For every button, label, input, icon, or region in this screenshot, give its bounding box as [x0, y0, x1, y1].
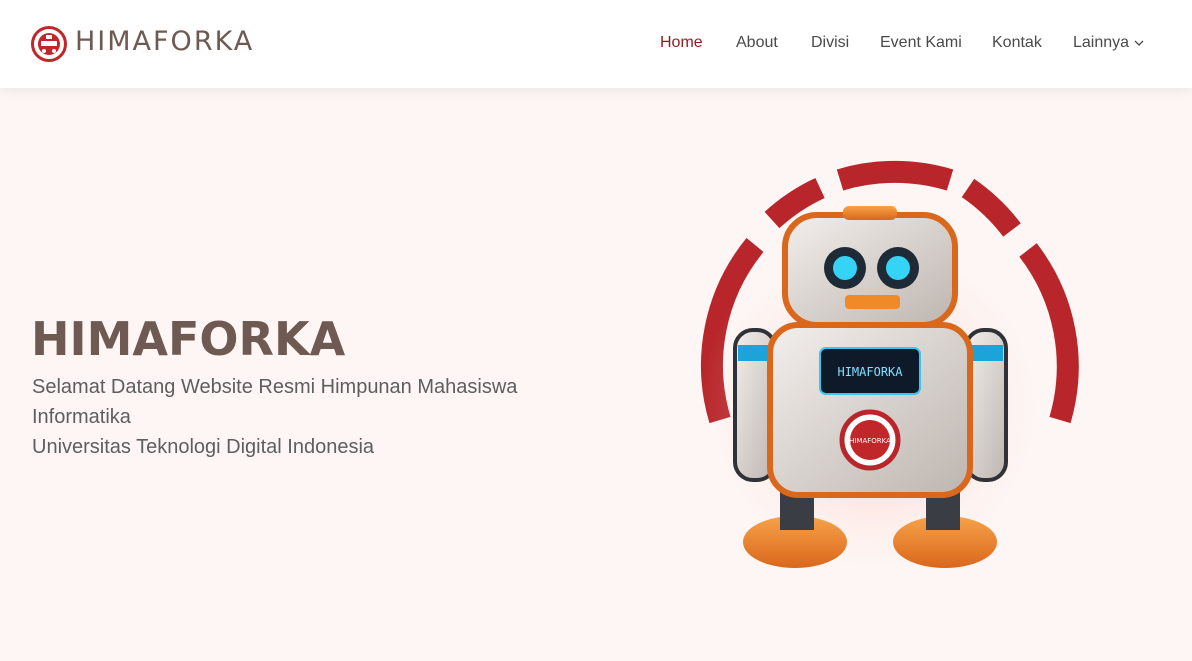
hero-title: HIMAFORKA — [31, 312, 346, 366]
robot-screen-text: HIMAFORKA — [837, 365, 903, 379]
robot-illustration: HIMAFORKA HIMAFORKA — [700, 160, 1079, 568]
nav-kontak[interactable]: Kontak — [992, 34, 1042, 52]
hero-subtitle-line: Universitas Teknologi Digital Indonesia — [32, 436, 375, 458]
site-header: HIMAFORKA Home About Divisi Event Kami K… — [0, 0, 1192, 88]
chevron-down-icon — [1134, 40, 1144, 46]
hero-subtitle: Selamat Datang Website Resmi Himpunan Ma… — [32, 372, 572, 462]
nav-divisi[interactable]: Divisi — [811, 34, 849, 52]
nav-home[interactable]: Home — [660, 34, 703, 52]
nav-about[interactable]: About — [736, 34, 778, 52]
nav-event-kami[interactable]: Event Kami — [880, 34, 962, 52]
hero-subtitle-line: Informatika — [32, 406, 131, 428]
nav-lainnya[interactable]: Lainnya — [1073, 34, 1145, 52]
main-nav: Home About Divisi Event Kami Kontak Lain… — [0, 34, 1192, 54]
hero-subtitle-line: Selamat Datang Website Resmi Himpunan Ma… — [32, 376, 518, 398]
nav-lainnya-label: Lainnya — [1073, 34, 1130, 51]
robot-badge-text: HIMAFORKA — [849, 437, 891, 445]
